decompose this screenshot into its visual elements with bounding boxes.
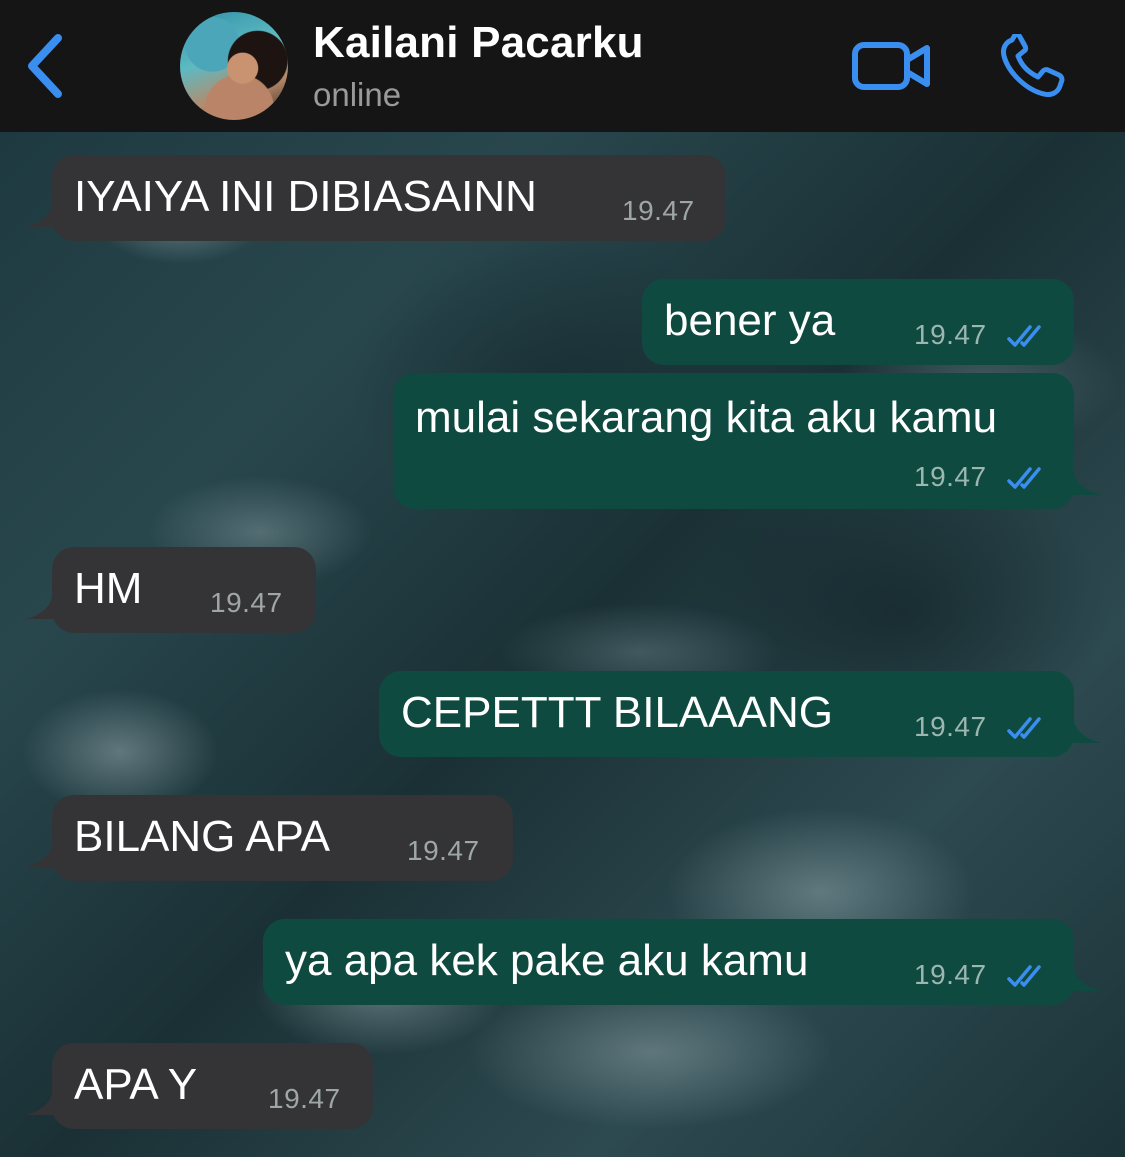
message-text: IYAIYA INI DIBIASAINN bbox=[74, 172, 537, 221]
message-text: HM bbox=[74, 564, 143, 613]
message-time: 19.47 bbox=[407, 835, 480, 866]
message-bubble-outgoing[interactable]: CEPETTT BILAAANG 19.47 bbox=[379, 671, 1074, 757]
double-check-icon bbox=[1007, 325, 1041, 347]
message-bubble-outgoing[interactable]: bener ya 19.47 bbox=[642, 279, 1074, 365]
phone-icon bbox=[1001, 32, 1065, 97]
video-call-button[interactable] bbox=[850, 36, 932, 96]
message-bubble-outgoing[interactable]: mulai sekarang kita aku kamu 19.47 bbox=[393, 373, 1074, 509]
message-bubble-outgoing[interactable]: ya apa kek pake aku kamu 19.47 bbox=[263, 919, 1074, 1005]
video-camera-icon bbox=[852, 42, 930, 90]
message-time: 19.47 bbox=[914, 711, 987, 742]
bubble-tail bbox=[1066, 719, 1102, 743]
message-time: 19.47 bbox=[914, 461, 987, 492]
chat-header: Kailani Pacarku online bbox=[0, 0, 1125, 132]
double-check-icon bbox=[1007, 467, 1041, 489]
message-text: BILANG APA bbox=[74, 812, 330, 861]
double-check-icon bbox=[1007, 965, 1041, 987]
bubble-tail bbox=[26, 595, 60, 619]
avatar[interactable] bbox=[180, 12, 288, 120]
message-text: bener ya bbox=[664, 296, 836, 345]
voice-call-button[interactable] bbox=[998, 32, 1070, 100]
message-bubble-incoming[interactable]: APA Y 19.47 bbox=[52, 1043, 373, 1129]
message-time: 19.47 bbox=[622, 195, 695, 226]
message-time: 19.47 bbox=[268, 1083, 341, 1114]
message-bubble-incoming[interactable]: IYAIYA INI DIBIASAINN 19.47 bbox=[52, 155, 726, 241]
double-check-icon bbox=[1007, 717, 1041, 739]
message-text: mulai sekarang kita aku kamu bbox=[415, 393, 998, 442]
message-text: CEPETTT BILAAANG bbox=[401, 688, 833, 737]
back-button[interactable] bbox=[20, 30, 76, 102]
message-text: APA Y bbox=[74, 1060, 198, 1109]
contact-name[interactable]: Kailani Pacarku bbox=[313, 18, 644, 68]
message-text: ya apa kek pake aku kamu bbox=[285, 936, 809, 985]
message-bubble-incoming[interactable]: BILANG APA 19.47 bbox=[52, 795, 513, 881]
bubble-tail bbox=[26, 1091, 60, 1115]
bubble-tail bbox=[26, 843, 60, 867]
chat-area[interactable]: IYAIYA INI DIBIASAINN 19.47 bener ya 19.… bbox=[0, 132, 1125, 1157]
bubble-tail bbox=[1066, 967, 1102, 991]
chevron-left-icon bbox=[28, 34, 62, 98]
message-time: 19.47 bbox=[914, 959, 987, 990]
bubble-tail bbox=[1066, 471, 1102, 495]
message-time: 19.47 bbox=[914, 319, 987, 350]
bubble-tail bbox=[26, 203, 60, 227]
contact-status: online bbox=[313, 76, 402, 113]
message-bubble-incoming[interactable]: HM 19.47 bbox=[52, 547, 316, 633]
message-time: 19.47 bbox=[210, 587, 283, 618]
